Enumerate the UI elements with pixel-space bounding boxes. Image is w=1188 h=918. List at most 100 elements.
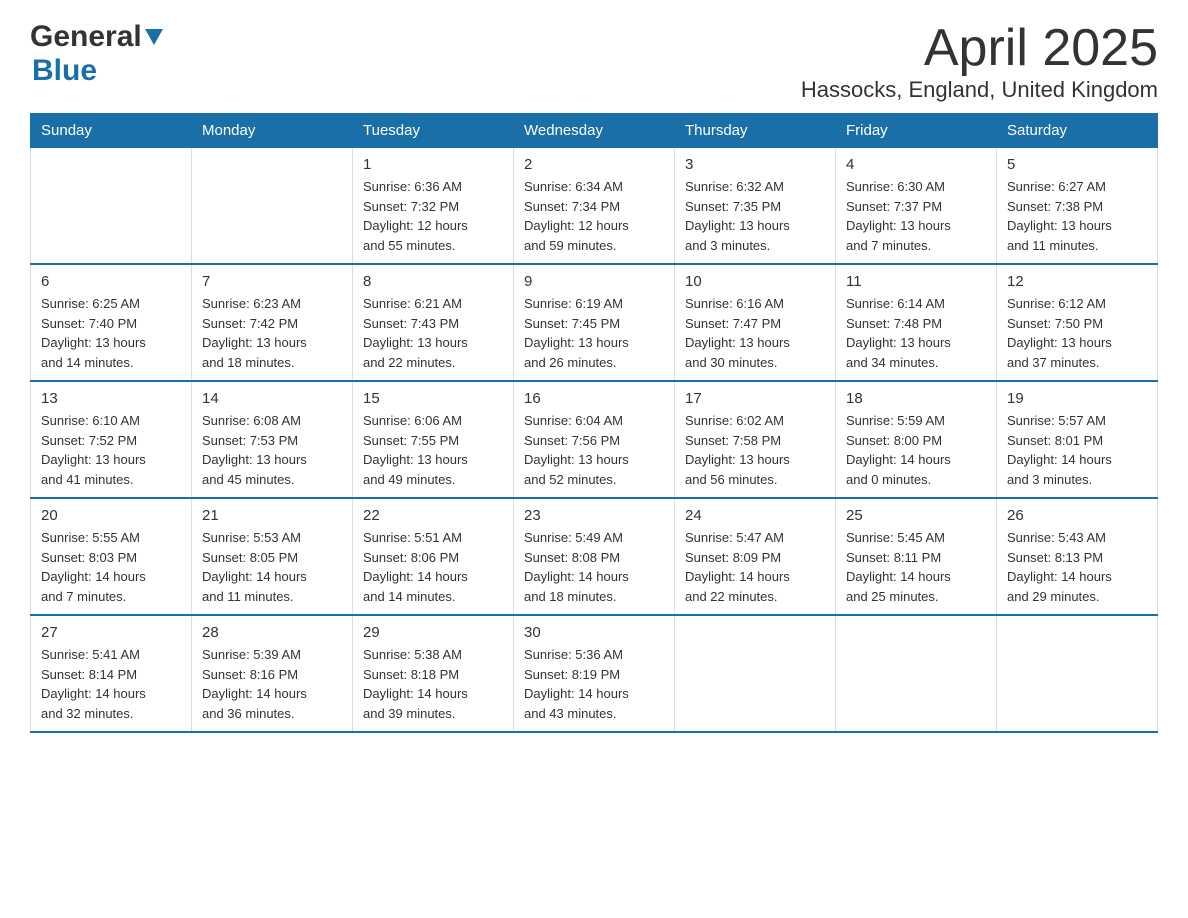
day-info: Sunrise: 5:43 AMSunset: 8:13 PMDaylight:… bbox=[1007, 528, 1147, 606]
day-info: Sunrise: 5:53 AMSunset: 8:05 PMDaylight:… bbox=[202, 528, 342, 606]
page-subtitle: Hassocks, England, United Kingdom bbox=[801, 77, 1158, 103]
page-title: April 2025 bbox=[801, 20, 1158, 77]
day-info: Sunrise: 6:34 AMSunset: 7:34 PMDaylight:… bbox=[524, 177, 664, 255]
col-sunday: Sunday bbox=[31, 114, 192, 148]
calendar-cell: 8 Sunrise: 6:21 AMSunset: 7:43 PMDaylight… bbox=[353, 264, 514, 381]
day-number: 1 bbox=[363, 156, 503, 173]
logo-blue-text: Blue bbox=[32, 54, 97, 88]
day-info: Sunrise: 5:59 AMSunset: 8:00 PMDaylight:… bbox=[846, 411, 986, 489]
day-number: 27 bbox=[41, 624, 181, 641]
calendar-table: Sunday Monday Tuesday Wednesday Thursday… bbox=[30, 113, 1158, 733]
day-number: 21 bbox=[202, 507, 342, 524]
day-number: 6 bbox=[41, 273, 181, 290]
day-info: Sunrise: 6:25 AMSunset: 7:40 PMDaylight:… bbox=[41, 294, 181, 372]
calendar-cell: 28 Sunrise: 5:39 AMSunset: 8:16 PMDayligh… bbox=[192, 615, 353, 732]
day-number: 15 bbox=[363, 390, 503, 407]
day-number: 18 bbox=[846, 390, 986, 407]
calendar-cell: 11 Sunrise: 6:14 AMSunset: 7:48 PMDayligh… bbox=[836, 264, 997, 381]
col-tuesday: Tuesday bbox=[353, 114, 514, 148]
day-info: Sunrise: 5:41 AMSunset: 8:14 PMDaylight:… bbox=[41, 645, 181, 723]
day-info: Sunrise: 5:38 AMSunset: 8:18 PMDaylight:… bbox=[363, 645, 503, 723]
calendar-cell: 29Sunrise: 5:38 AMSunset: 8:18 PMDayligh… bbox=[353, 615, 514, 732]
calendar-cell: 10 Sunrise: 6:16 AMSunset: 7:47 PMDayligh… bbox=[675, 264, 836, 381]
day-info: Sunrise: 6:32 AMSunset: 7:35 PMDaylight:… bbox=[685, 177, 825, 255]
calendar-cell: 7 Sunrise: 6:23 AMSunset: 7:42 PMDaylight… bbox=[192, 264, 353, 381]
col-thursday: Thursday bbox=[675, 114, 836, 148]
day-number: 11 bbox=[846, 273, 986, 290]
days-of-week-row: Sunday Monday Tuesday Wednesday Thursday… bbox=[31, 114, 1158, 148]
day-info: Sunrise: 5:47 AMSunset: 8:09 PMDaylight:… bbox=[685, 528, 825, 606]
day-info: Sunrise: 5:45 AMSunset: 8:11 PMDaylight:… bbox=[846, 528, 986, 606]
day-number: 14 bbox=[202, 390, 342, 407]
calendar-cell: 3 Sunrise: 6:32 AMSunset: 7:35 PMDaylight… bbox=[675, 148, 836, 265]
day-info: Sunrise: 6:16 AMSunset: 7:47 PMDaylight:… bbox=[685, 294, 825, 372]
calendar-cell: 24 Sunrise: 5:47 AMSunset: 8:09 PMDayligh… bbox=[675, 498, 836, 615]
day-number: 7 bbox=[202, 273, 342, 290]
day-number: 10 bbox=[685, 273, 825, 290]
day-info: Sunrise: 6:02 AMSunset: 7:58 PMDaylight:… bbox=[685, 411, 825, 489]
calendar-week-row: 1 Sunrise: 6:36 AMSunset: 7:32 PMDaylight… bbox=[31, 148, 1158, 265]
calendar-cell: 13Sunrise: 6:10 AMSunset: 7:52 PMDayligh… bbox=[31, 381, 192, 498]
calendar-cell: 6 Sunrise: 6:25 AMSunset: 7:40 PMDaylight… bbox=[31, 264, 192, 381]
calendar-cell: 15 Sunrise: 6:06 AMSunset: 7:55 PMDayligh… bbox=[353, 381, 514, 498]
logo-general-text: General bbox=[30, 20, 142, 54]
day-number: 8 bbox=[363, 273, 503, 290]
day-number: 4 bbox=[846, 156, 986, 173]
calendar-cell: 26 Sunrise: 5:43 AMSunset: 8:13 PMDayligh… bbox=[997, 498, 1158, 615]
logo: General Blue bbox=[30, 20, 163, 88]
day-number: 16 bbox=[524, 390, 664, 407]
day-number: 30 bbox=[524, 624, 664, 641]
calendar-cell: 16 Sunrise: 6:04 AMSunset: 7:56 PMDayligh… bbox=[514, 381, 675, 498]
day-info: Sunrise: 5:55 AMSunset: 8:03 PMDaylight:… bbox=[41, 528, 181, 606]
day-info: Sunrise: 6:04 AMSunset: 7:56 PMDaylight:… bbox=[524, 411, 664, 489]
day-info: Sunrise: 5:39 AMSunset: 8:16 PMDaylight:… bbox=[202, 645, 342, 723]
calendar-cell: 9Sunrise: 6:19 AMSunset: 7:45 PMDaylight… bbox=[514, 264, 675, 381]
day-number: 3 bbox=[685, 156, 825, 173]
calendar-week-row: 20 Sunrise: 5:55 AMSunset: 8:03 PMDayligh… bbox=[31, 498, 1158, 615]
day-info: Sunrise: 6:23 AMSunset: 7:42 PMDaylight:… bbox=[202, 294, 342, 372]
calendar-cell: 17 Sunrise: 6:02 AMSunset: 7:58 PMDayligh… bbox=[675, 381, 836, 498]
day-number: 22 bbox=[363, 507, 503, 524]
day-number: 28 bbox=[202, 624, 342, 641]
logo-triangle-icon bbox=[145, 29, 163, 47]
day-number: 17 bbox=[685, 390, 825, 407]
calendar-body: 1 Sunrise: 6:36 AMSunset: 7:32 PMDaylight… bbox=[31, 148, 1158, 733]
calendar-cell: 21 Sunrise: 5:53 AMSunset: 8:05 PMDayligh… bbox=[192, 498, 353, 615]
calendar-cell bbox=[31, 148, 192, 265]
day-info: Sunrise: 6:08 AMSunset: 7:53 PMDaylight:… bbox=[202, 411, 342, 489]
calendar-cell: 1 Sunrise: 6:36 AMSunset: 7:32 PMDaylight… bbox=[353, 148, 514, 265]
day-number: 12 bbox=[1007, 273, 1147, 290]
day-number: 5 bbox=[1007, 156, 1147, 173]
day-info: Sunrise: 6:19 AMSunset: 7:45 PMDaylight:… bbox=[524, 294, 664, 372]
calendar-cell bbox=[836, 615, 997, 732]
day-info: Sunrise: 6:21 AMSunset: 7:43 PMDaylight:… bbox=[363, 294, 503, 372]
day-info: Sunrise: 6:06 AMSunset: 7:55 PMDaylight:… bbox=[363, 411, 503, 489]
col-saturday: Saturday bbox=[997, 114, 1158, 148]
day-info: Sunrise: 5:57 AMSunset: 8:01 PMDaylight:… bbox=[1007, 411, 1147, 489]
title-block: April 2025 Hassocks, England, United Kin… bbox=[801, 20, 1158, 103]
day-number: 20 bbox=[41, 507, 181, 524]
day-info: Sunrise: 6:10 AMSunset: 7:52 PMDaylight:… bbox=[41, 411, 181, 489]
calendar-cell: 5 Sunrise: 6:27 AMSunset: 7:38 PMDaylight… bbox=[997, 148, 1158, 265]
day-number: 26 bbox=[1007, 507, 1147, 524]
calendar-cell: 2 Sunrise: 6:34 AMSunset: 7:34 PMDaylight… bbox=[514, 148, 675, 265]
col-monday: Monday bbox=[192, 114, 353, 148]
day-number: 24 bbox=[685, 507, 825, 524]
calendar-cell: 18 Sunrise: 5:59 AMSunset: 8:00 PMDayligh… bbox=[836, 381, 997, 498]
day-info: Sunrise: 6:12 AMSunset: 7:50 PMDaylight:… bbox=[1007, 294, 1147, 372]
calendar-cell: 23Sunrise: 5:49 AMSunset: 8:08 PMDayligh… bbox=[514, 498, 675, 615]
calendar-cell: 4 Sunrise: 6:30 AMSunset: 7:37 PMDaylight… bbox=[836, 148, 997, 265]
day-number: 2 bbox=[524, 156, 664, 173]
calendar-cell: 20 Sunrise: 5:55 AMSunset: 8:03 PMDayligh… bbox=[31, 498, 192, 615]
calendar-week-row: 6 Sunrise: 6:25 AMSunset: 7:40 PMDaylight… bbox=[31, 264, 1158, 381]
calendar-cell: 19Sunrise: 5:57 AMSunset: 8:01 PMDayligh… bbox=[997, 381, 1158, 498]
col-wednesday: Wednesday bbox=[514, 114, 675, 148]
day-info: Sunrise: 6:30 AMSunset: 7:37 PMDaylight:… bbox=[846, 177, 986, 255]
day-info: Sunrise: 6:27 AMSunset: 7:38 PMDaylight:… bbox=[1007, 177, 1147, 255]
day-info: Sunrise: 6:36 AMSunset: 7:32 PMDaylight:… bbox=[363, 177, 503, 255]
day-info: Sunrise: 6:14 AMSunset: 7:48 PMDaylight:… bbox=[846, 294, 986, 372]
calendar-week-row: 13Sunrise: 6:10 AMSunset: 7:52 PMDayligh… bbox=[31, 381, 1158, 498]
calendar-cell bbox=[192, 148, 353, 265]
calendar-cell bbox=[997, 615, 1158, 732]
day-info: Sunrise: 5:49 AMSunset: 8:08 PMDaylight:… bbox=[524, 528, 664, 606]
